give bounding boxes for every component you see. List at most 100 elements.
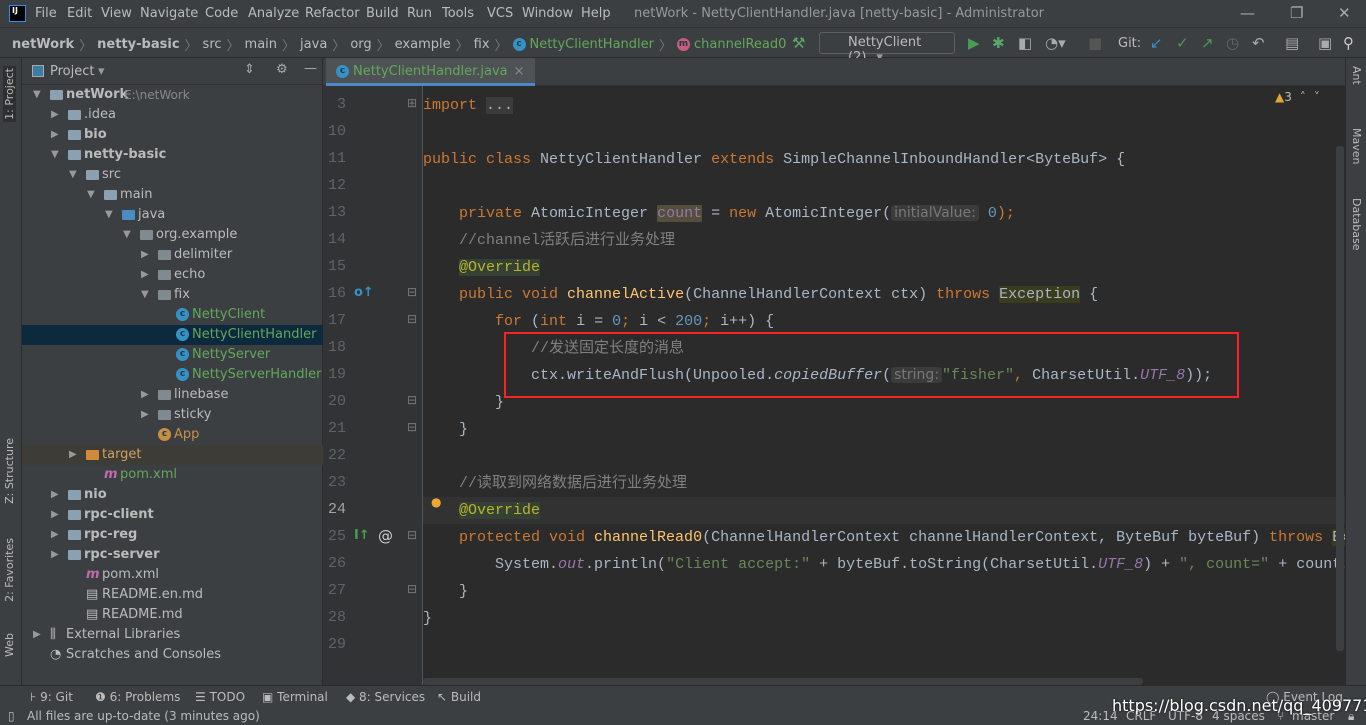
breadcrumb-item[interactable]: netWork xyxy=(12,37,74,52)
breadcrumb-item[interactable]: src xyxy=(203,37,222,52)
tree-item[interactable]: m pom.xml xyxy=(22,465,323,485)
tree-item[interactable]: ▶ sticky xyxy=(22,405,323,425)
menu-window[interactable]: Window xyxy=(522,6,573,21)
tool-tab-project[interactable]: 1: Project xyxy=(3,66,16,122)
tree-item[interactable]: ▼ src xyxy=(22,165,323,185)
tab-netty-client-handler[interactable]: c NettyClientHandler.java × xyxy=(326,58,535,86)
rollback-icon[interactable]: ↶ xyxy=(1252,34,1265,52)
minimize-icon[interactable]: — xyxy=(1240,4,1255,22)
tree-item[interactable]: ▶ ⫼ External Libraries xyxy=(22,625,323,645)
warnings-indicator[interactable]: ▲3 ˄ ˅ xyxy=(1275,90,1320,104)
tree-item[interactable]: ▼ org.example xyxy=(22,225,323,245)
tree-item[interactable]: ▼ netty-basic xyxy=(22,145,323,165)
tool-tab-ant[interactable]: Ant xyxy=(1350,66,1363,85)
build-hammer-icon[interactable]: ⚒ xyxy=(792,34,805,52)
chevron-right-icon[interactable]: ▶ xyxy=(51,525,59,545)
search-icon[interactable]: ⚲ xyxy=(1343,34,1354,52)
history-icon[interactable]: ◷ xyxy=(1226,34,1239,52)
collapse-fold-icon[interactable]: ⊟ xyxy=(407,285,417,299)
tree-item[interactable]: ▶ linebase xyxy=(22,385,323,405)
chevron-right-icon[interactable]: ▶ xyxy=(51,105,59,125)
previous-highlight-icon[interactable]: ˄ xyxy=(1300,90,1306,104)
project-structure-icon[interactable]: ▤ xyxy=(1285,34,1299,52)
collapse-fold-icon[interactable]: ⊟ xyxy=(407,420,417,434)
menu-file[interactable]: File xyxy=(35,6,57,21)
presentation-icon[interactable]: ▣ xyxy=(1318,34,1332,52)
collapse-fold-icon[interactable]: ⊟ xyxy=(407,528,417,542)
chevron-down-icon[interactable]: ▾ xyxy=(98,64,105,79)
tree-item[interactable]: ▼ fix xyxy=(22,285,323,305)
next-highlight-icon[interactable]: ˅ xyxy=(1314,90,1320,104)
coverage-icon[interactable]: ◧ xyxy=(1018,34,1032,52)
stop-icon[interactable]: ■ xyxy=(1088,34,1102,52)
menu-help[interactable]: Help xyxy=(581,6,611,21)
chevron-right-icon[interactable]: ▶ xyxy=(141,385,149,405)
tree-item[interactable]: ▶ nio xyxy=(22,485,323,505)
chevron-right-icon[interactable]: ▶ xyxy=(141,405,149,425)
tree-item[interactable]: ▼ main xyxy=(22,185,323,205)
chevron-right-icon[interactable]: ▶ xyxy=(51,485,59,505)
implements-icon[interactable]: I↑ xyxy=(354,528,370,543)
breadcrumb-item[interactable]: channelRead0 xyxy=(694,37,786,52)
tree-item[interactable]: c NettyClient xyxy=(22,305,323,325)
menu-view[interactable]: View xyxy=(101,6,132,21)
tool-tab-structure[interactable]: Z: Structure xyxy=(3,438,16,504)
chevron-down-icon[interactable]: ▼ xyxy=(123,225,131,245)
chevron-right-icon[interactable]: ▶ xyxy=(51,505,59,525)
tree-item[interactable]: ▶ rpc-reg xyxy=(22,525,323,545)
git-update-icon[interactable]: ↙ xyxy=(1150,34,1163,52)
tree-item[interactable]: ▶ target xyxy=(22,445,323,465)
tree-item[interactable]: ▶ echo xyxy=(22,265,323,285)
chevron-right-icon[interactable]: ▶ xyxy=(33,625,41,645)
chevron-down-icon[interactable]: ▼ xyxy=(87,185,95,205)
tool-window-todo[interactable]: ☰ TODO xyxy=(195,690,245,704)
breadcrumb-item[interactable]: example xyxy=(395,37,451,52)
tree-item[interactable]: c NettyServerHandler xyxy=(22,365,323,385)
menu-code[interactable]: Code xyxy=(205,6,238,21)
chevron-down-icon[interactable]: ▼ xyxy=(51,145,59,165)
profile-icon[interactable]: ◔▾ xyxy=(1045,34,1066,52)
chevron-down-icon[interactable]: ▼ xyxy=(33,85,41,105)
restore-icon[interactable]: ❐ xyxy=(1290,4,1303,22)
tool-window-build[interactable]: ↖ Build xyxy=(437,690,481,704)
git-push-icon[interactable]: ↗ xyxy=(1201,34,1214,52)
expand-fold-icon[interactable]: ⊞ xyxy=(407,96,417,110)
tool-tab-maven[interactable]: Maven xyxy=(1350,128,1363,164)
chevron-right-icon[interactable]: ▶ xyxy=(141,245,149,265)
tree-item[interactable]: c App xyxy=(22,425,323,445)
collapse-all-icon[interactable]: ⇕ xyxy=(244,62,255,77)
project-view-select[interactable]: Project xyxy=(50,64,94,79)
menu-refactor[interactable]: Refactor xyxy=(305,6,360,21)
tree-item[interactable]: ▤ README.md xyxy=(22,605,323,625)
collapse-fold-icon[interactable]: ⊟ xyxy=(407,312,417,326)
tree-item[interactable]: ▶ bio xyxy=(22,125,323,145)
close-tab-icon[interactable]: × xyxy=(514,64,525,79)
breadcrumb-item[interactable]: java xyxy=(300,37,327,52)
tool-window-git[interactable]: ⊦ 9: Git xyxy=(30,690,73,704)
tree-item[interactable]: ▶ .idea xyxy=(22,105,323,125)
close-icon[interactable]: ✕ xyxy=(1338,4,1351,22)
tree-item[interactable]: ▼ netWork E:\netWork xyxy=(22,85,323,105)
tool-tab-favorites[interactable]: 2: Favorites xyxy=(3,538,16,602)
intention-bulb-icon[interactable]: ● xyxy=(431,495,441,509)
run-configuration-select[interactable]: NettyClient (2)▾ xyxy=(819,32,955,65)
vertical-scrollbar[interactable] xyxy=(1336,146,1344,651)
tree-item[interactable]: ▶ delimiter xyxy=(22,245,323,265)
breadcrumb-item[interactable]: fix xyxy=(474,37,490,52)
tool-window-services[interactable]: ◆ 8: Services xyxy=(346,690,425,704)
menu-edit[interactable]: Edit xyxy=(67,6,92,21)
override-icon[interactable]: o↑ xyxy=(354,285,374,300)
tree-item[interactable]: m pom.xml xyxy=(22,565,323,585)
breadcrumb-item[interactable]: NettyClientHandler xyxy=(530,37,654,52)
collapse-fold-icon[interactable]: ⊟ xyxy=(407,393,417,407)
hide-icon[interactable]: — xyxy=(304,61,317,76)
run-icon[interactable]: ▶ xyxy=(968,34,980,52)
menu-navigate[interactable]: Navigate xyxy=(140,6,198,21)
breadcrumb-item[interactable]: netty-basic xyxy=(97,37,179,52)
tree-item[interactable]: ▼ java xyxy=(22,205,323,225)
breadcrumb-item[interactable]: main xyxy=(245,37,277,52)
tool-tab-web[interactable]: Web xyxy=(3,633,16,657)
chevron-down-icon[interactable]: ▼ xyxy=(69,165,77,185)
chevron-right-icon[interactable]: ▶ xyxy=(51,125,59,145)
tree-item[interactable]: c NettyServer xyxy=(22,345,323,365)
